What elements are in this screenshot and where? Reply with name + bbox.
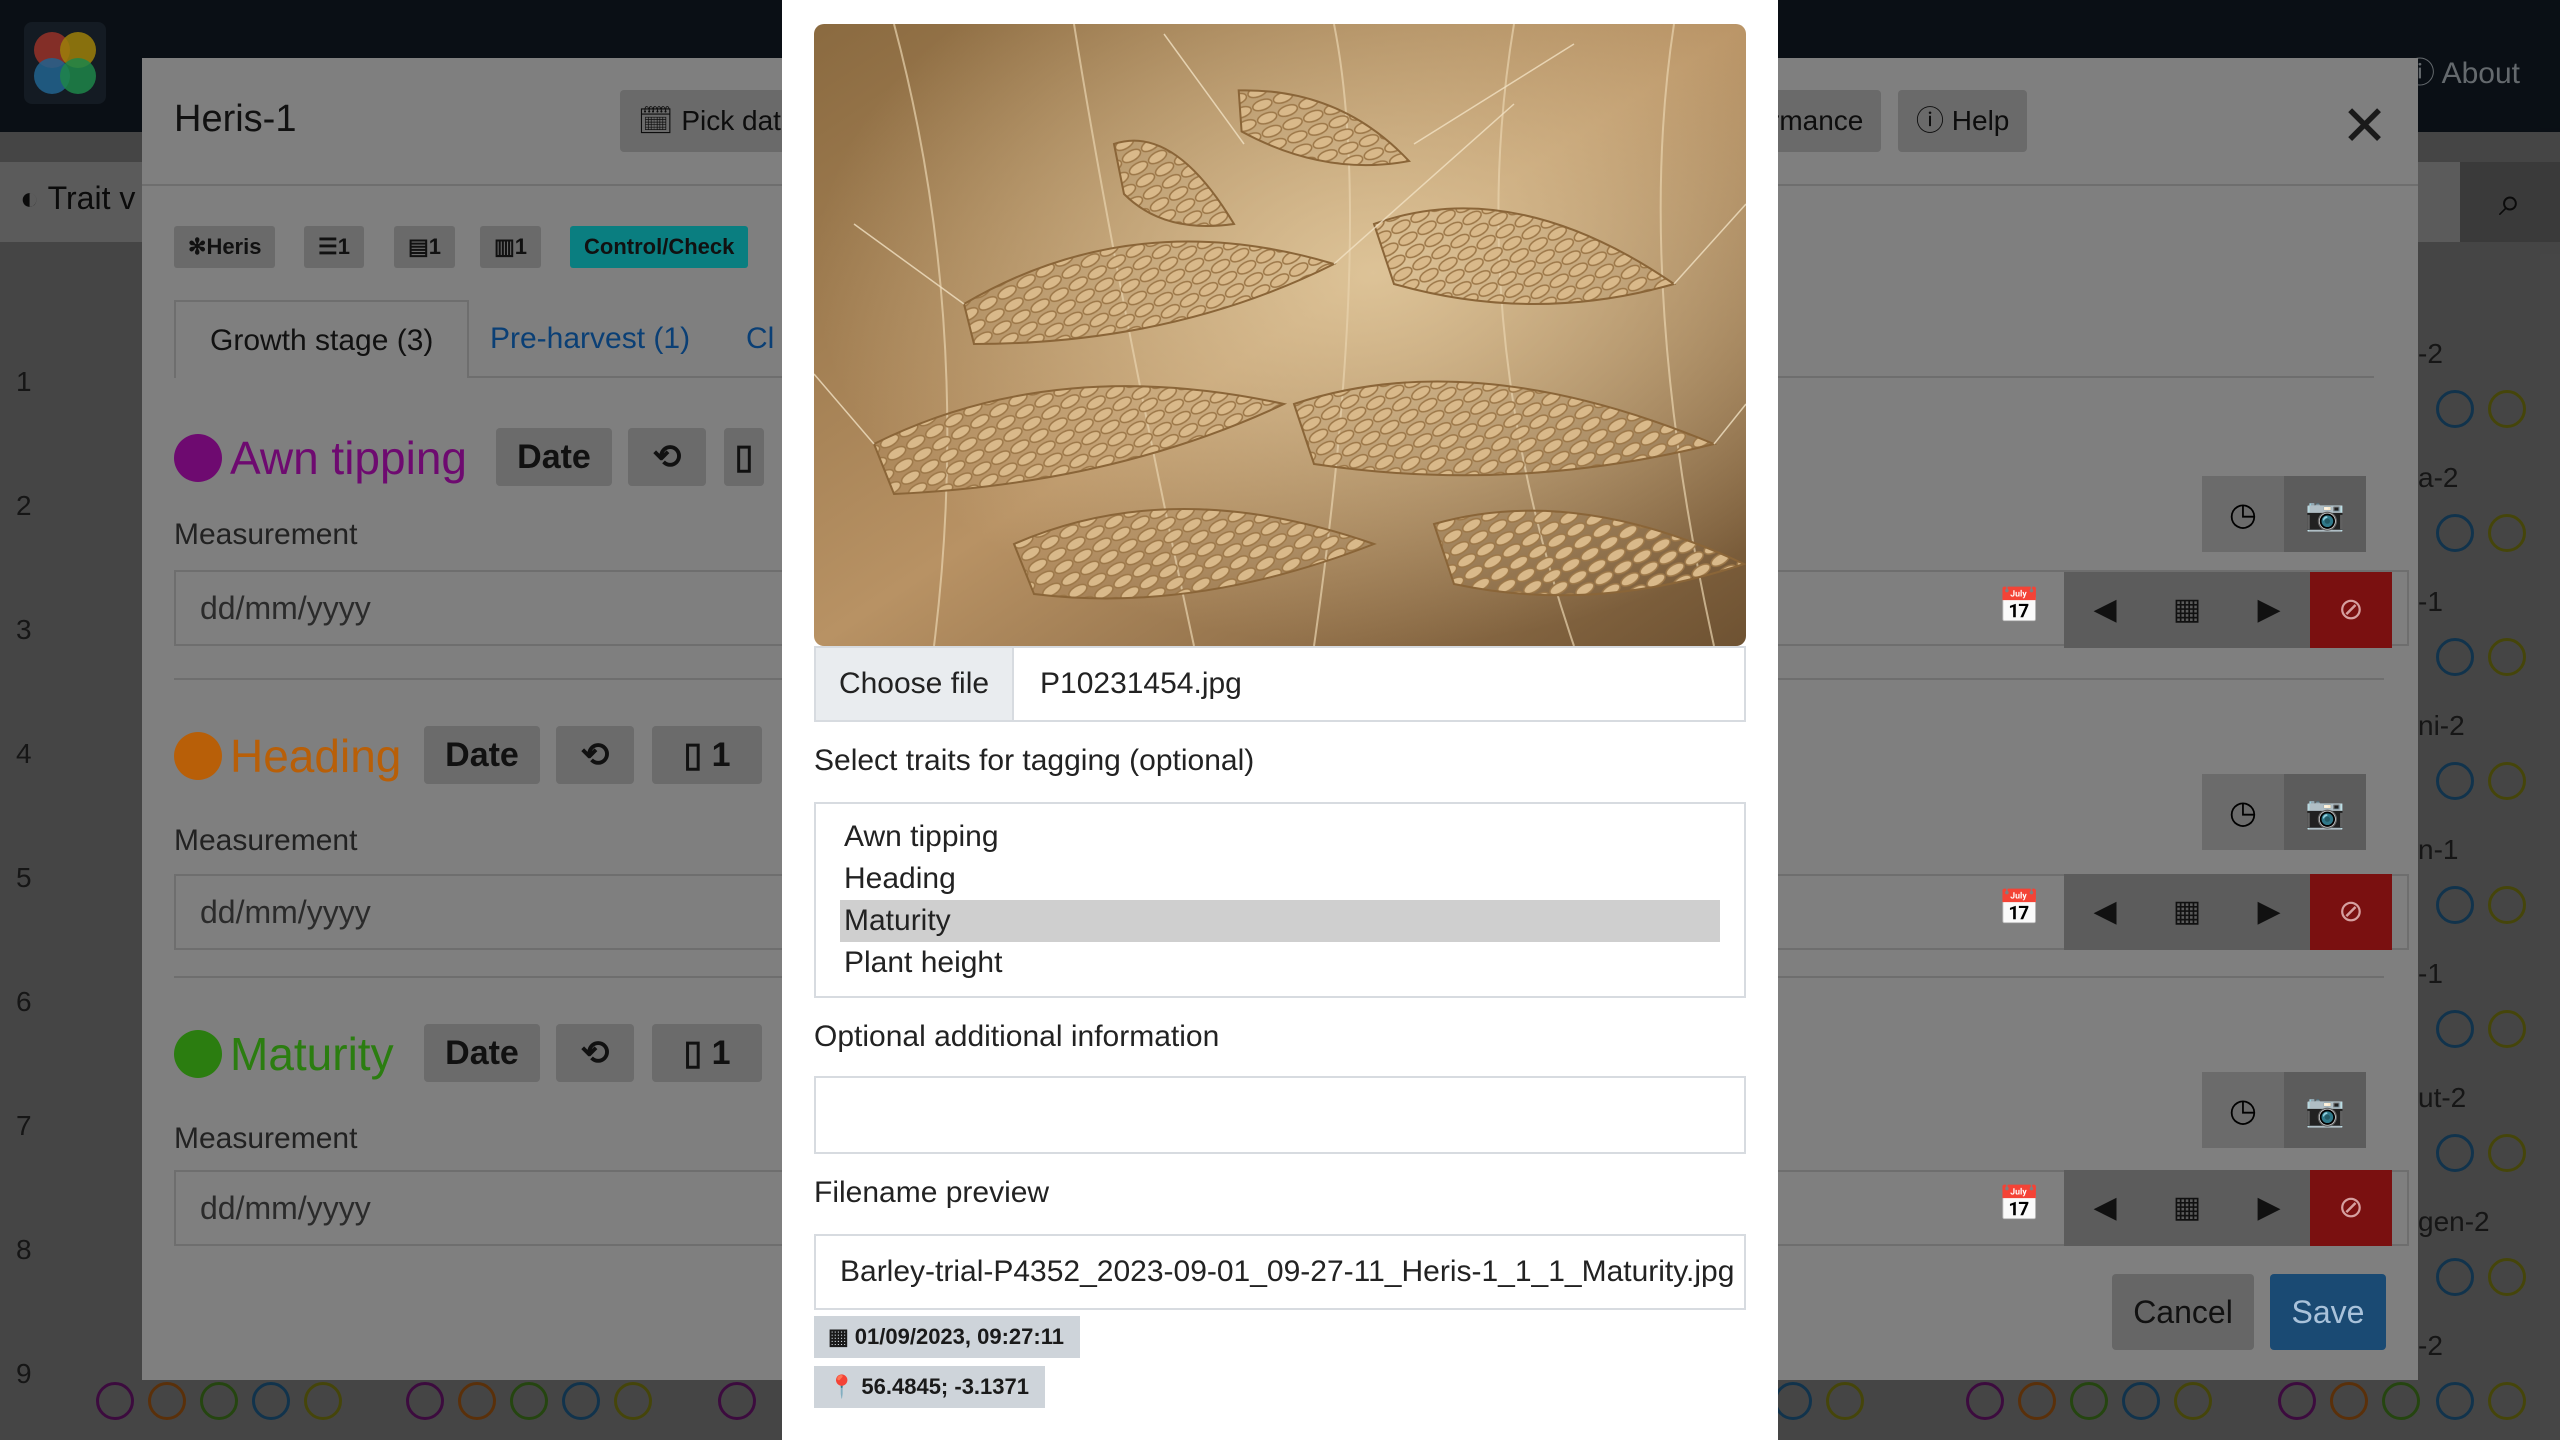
choose-file-button[interactable]: Choose file — [816, 648, 1014, 720]
measurement-count-button[interactable]: ▯ — [724, 428, 764, 486]
rows-icon: ▤ — [408, 234, 429, 259]
trait-color-dot — [174, 732, 222, 780]
prev-date-button[interactable]: ◀ — [2064, 1170, 2146, 1246]
badge-column: ▥1 — [480, 226, 542, 268]
timestamp-badge: ▦ 01/09/2023, 09:27:11 — [814, 1316, 1080, 1358]
calendar-icon[interactable]: 📅 — [1998, 586, 2040, 626]
prev-date-button[interactable]: ◀ — [2064, 874, 2146, 950]
badge-rep: ☰1 — [304, 226, 364, 268]
repeat-icon[interactable]: ⟲ — [556, 726, 634, 784]
filename-preview-input: Barley-trial-P4352_2023-09-01_09-27-11_H… — [814, 1234, 1746, 1310]
measurement-label: Measurement — [174, 824, 358, 857]
close-icon[interactable]: ✕ — [2341, 98, 2388, 154]
camera-icon[interactable]: 📷 — [2284, 476, 2366, 552]
measurement-label: Measurement — [174, 518, 358, 551]
clear-value-button[interactable]: ⊘ — [2310, 572, 2392, 648]
measurement-count-button[interactable]: ▯ 1 — [652, 726, 762, 784]
camera-icon[interactable]: 📷 — [2284, 1072, 2366, 1148]
selected-file-name: P10231454.jpg — [1040, 667, 1242, 700]
columns-icon: ▥ — [494, 234, 515, 259]
measurement-count-button[interactable]: ▯ 1 — [652, 1024, 762, 1082]
next-date-button[interactable]: ▶ — [2228, 572, 2310, 648]
clear-value-button[interactable]: ⊘ — [2310, 1170, 2392, 1246]
clear-value-button[interactable]: ⊘ — [2310, 874, 2392, 950]
trait-color-dot — [174, 1030, 222, 1078]
trait-name: Heading — [230, 730, 402, 782]
side-buttons: ◷ 📷 — [2202, 774, 2366, 850]
badge-control-check: Control/Check — [570, 226, 749, 268]
question-icon: ⓘ — [1916, 105, 1945, 136]
side-buttons: ◷ 📷 — [2202, 1072, 2366, 1148]
tagging-label: Select traits for tagging (optional) — [814, 744, 1255, 777]
repeat-icon[interactable]: ⟲ — [628, 428, 706, 486]
history-icon[interactable]: ◷ — [2202, 1072, 2284, 1148]
save-button[interactable]: Save — [2270, 1274, 2386, 1350]
photo-preview — [814, 24, 1746, 646]
calendar-icon: 🗓 — [638, 105, 674, 136]
modal-title: Heris-1 — [174, 98, 297, 140]
map-pin-icon: 📍 — [828, 1374, 856, 1399]
trait-name: Maturity — [230, 1028, 394, 1080]
trait-name: Awn tipping — [230, 432, 467, 484]
calendar-grid-button[interactable]: ▦ — [2146, 1170, 2228, 1246]
trait-option[interactable]: Plant height — [840, 942, 1720, 984]
calendar-icon[interactable]: 📅 — [1998, 1184, 2040, 1224]
calendar-icon: ▦ — [828, 1324, 849, 1349]
trait-type-badge: Date — [424, 1024, 540, 1082]
repeat-icon[interactable]: ⟲ — [556, 1024, 634, 1082]
image-upload-dialog: Choose file P10231454.jpg Select traits … — [782, 0, 1778, 1440]
trait-option-selected[interactable]: Maturity — [840, 900, 1720, 942]
trait-color-dot — [174, 434, 222, 482]
list-icon: ☰ — [318, 234, 338, 259]
trait-option[interactable]: Awn tipping — [840, 816, 1720, 858]
camera-icon[interactable]: 📷 — [2284, 774, 2366, 850]
additional-info-input[interactable] — [814, 1076, 1746, 1154]
tab-growth-stage[interactable]: Growth stage (3) — [174, 300, 470, 378]
trait-option[interactable]: Heading — [840, 858, 1720, 900]
trait-type-badge: Date — [424, 726, 540, 784]
badge-row: ▤1 — [394, 226, 456, 268]
next-date-button[interactable]: ▶ — [2228, 1170, 2310, 1246]
prev-date-button[interactable]: ◀ — [2064, 572, 2146, 648]
history-icon[interactable]: ◷ — [2202, 774, 2284, 850]
cancel-button[interactable]: Cancel — [2112, 1274, 2254, 1350]
asterisk-icon: ✻ — [188, 234, 207, 259]
file-picker[interactable]: Choose file P10231454.jpg — [814, 646, 1746, 722]
tab-pre-harvest[interactable]: Pre-harvest (1) — [456, 300, 724, 378]
history-icon[interactable]: ◷ — [2202, 476, 2284, 552]
next-date-button[interactable]: ▶ — [2228, 874, 2310, 950]
badge-germplasm: ✻Heris — [174, 226, 276, 268]
calendar-icon[interactable]: 📅 — [1998, 888, 2040, 928]
help-button[interactable]: ⓘ Help — [1898, 90, 2028, 152]
filename-preview-label: Filename preview — [814, 1176, 1050, 1209]
measurement-label: Measurement — [174, 1122, 358, 1155]
calendar-grid-button[interactable]: ▦ — [2146, 874, 2228, 950]
trait-type-badge: Date — [496, 428, 612, 486]
calendar-grid-button[interactable]: ▦ — [2146, 572, 2228, 648]
trait-tag-select[interactable]: Awn tipping Heading Maturity Plant heigh… — [814, 802, 1746, 998]
side-buttons: ◷ 📷 — [2202, 476, 2366, 552]
additional-info-label: Optional additional information — [814, 1020, 1220, 1053]
location-badge: 📍 56.4845; -3.1371 — [814, 1366, 1045, 1408]
